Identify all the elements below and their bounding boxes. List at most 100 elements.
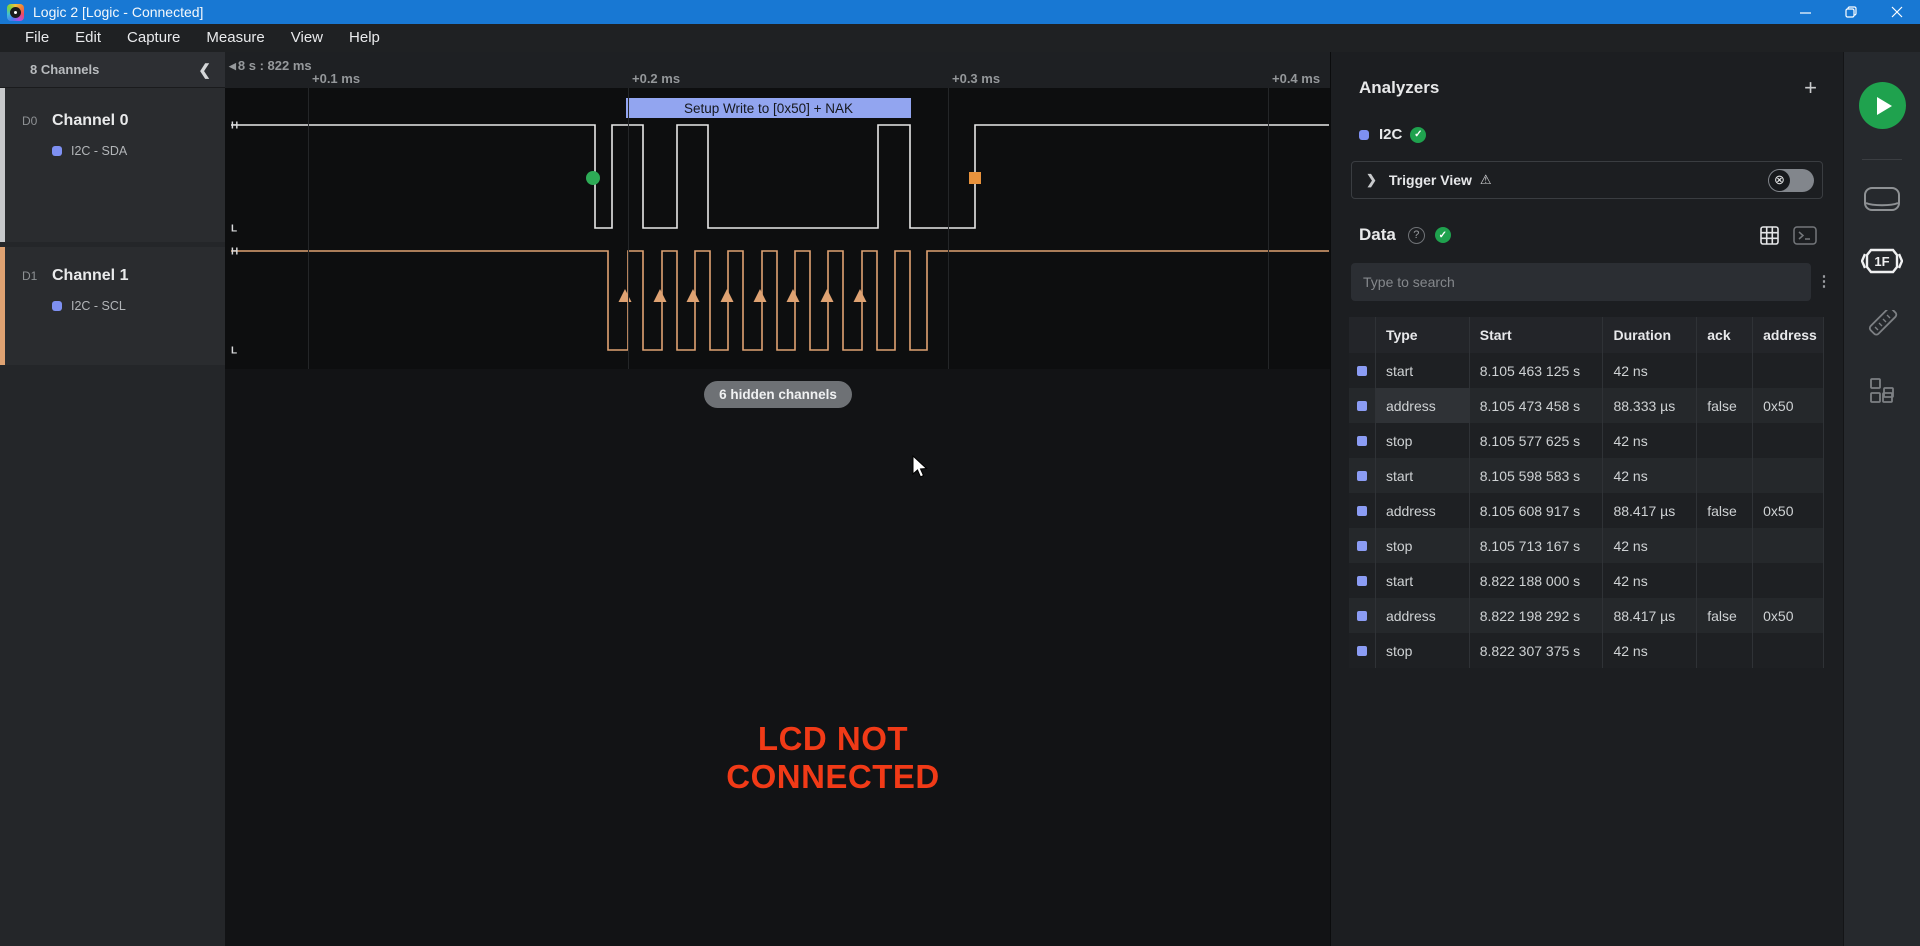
table-row[interactable]: address 8.105 608 917 s 88.417 µs false 0x50 — [1349, 493, 1824, 528]
table-row[interactable]: address 8.822 198 292 s 88.417 µs false 0x50 — [1349, 598, 1824, 633]
cell-duration[interactable]: 42 ns — [1602, 353, 1696, 388]
add-analyzer-button[interactable]: + — [1804, 77, 1817, 99]
start-capture-button[interactable] — [1858, 82, 1906, 129]
cell-type[interactable]: address — [1374, 388, 1469, 423]
cell-type[interactable]: stop — [1374, 633, 1469, 668]
column-header-duration[interactable]: Duration — [1602, 317, 1696, 353]
measure-ruler-icon[interactable] — [1866, 310, 1898, 342]
cell-address[interactable] — [1752, 633, 1824, 668]
help-icon[interactable]: ? — [1407, 226, 1425, 244]
cell-ack[interactable] — [1696, 528, 1752, 563]
terminal-view-icon[interactable] — [1793, 225, 1817, 245]
cell-ack[interactable] — [1696, 423, 1752, 458]
capture-view[interactable]: ◀ 8 s : 822 ms +0.1 ms +0.2 ms +0.3 ms +0.4 … — [225, 52, 1330, 946]
cell-ack[interactable]: false — [1696, 493, 1752, 528]
extensions-icon[interactable] — [1867, 376, 1897, 406]
cell-ack[interactable] — [1696, 458, 1752, 493]
close-button[interactable] — [1874, 0, 1920, 24]
i2c-decode-annotation[interactable]: Setup Write to [0x50] + NAK — [626, 98, 911, 118]
column-header-address[interactable]: address — [1752, 317, 1824, 353]
cell-type[interactable]: start — [1374, 563, 1469, 598]
app-logo-icon — [7, 3, 24, 21]
table-row[interactable]: stop 8.105 713 167 s 42 ns — [1349, 528, 1824, 563]
cell-ack[interactable] — [1696, 633, 1752, 668]
i2c-analyzer-row[interactable]: I2C ✓ — [1331, 98, 1843, 143]
cell-address[interactable]: 0x50 — [1752, 493, 1824, 528]
table-view-icon[interactable] — [1760, 225, 1779, 245]
cell-start[interactable]: 8.822 188 000 s — [1468, 563, 1603, 598]
channel-card-1[interactable]: D1 Channel 1 I2C - SCL — [0, 247, 225, 365]
trigger-view-toggle[interactable]: ⊗ — [1768, 168, 1814, 192]
cell-type[interactable]: start — [1374, 353, 1469, 388]
cell-duration[interactable]: 42 ns — [1602, 563, 1696, 598]
cell-start[interactable]: 8.105 463 125 s — [1468, 353, 1603, 388]
cell-ack[interactable] — [1696, 563, 1752, 598]
cell-duration[interactable]: 42 ns — [1602, 458, 1696, 493]
cell-duration[interactable]: 88.417 µs — [1602, 598, 1696, 633]
cell-type[interactable]: address — [1374, 493, 1469, 528]
cell-address[interactable] — [1752, 458, 1824, 493]
scl-trace — [231, 250, 1329, 351]
cell-ack[interactable]: false — [1696, 598, 1752, 633]
cell-type[interactable]: address — [1374, 598, 1469, 633]
cell-address[interactable]: 0x50 — [1752, 598, 1824, 633]
minimize-button[interactable] — [1782, 0, 1828, 24]
timeline-ruler[interactable]: ◀ 8 s : 822 ms +0.1 ms +0.2 ms +0.3 ms +0.4 … — [225, 52, 1330, 88]
more-options-icon[interactable]: ⋮ — [1815, 274, 1833, 289]
cell-start[interactable]: 8.105 608 917 s — [1468, 493, 1603, 528]
menu-edit[interactable]: Edit — [62, 24, 114, 52]
table-row[interactable]: stop 8.822 307 375 s 42 ns — [1349, 633, 1824, 668]
cell-duration[interactable]: 42 ns — [1602, 633, 1696, 668]
cell-duration[interactable]: 42 ns — [1602, 423, 1696, 458]
table-row[interactable]: start 8.105 598 583 s 42 ns — [1349, 458, 1824, 493]
menu-file[interactable]: File — [12, 24, 62, 52]
collapse-sidebar-icon[interactable]: ❮ — [198, 61, 211, 79]
cell-type[interactable]: stop — [1374, 423, 1469, 458]
menu-help[interactable]: Help — [336, 24, 393, 52]
level-label-h: H — [231, 247, 238, 258]
chevron-right-icon[interactable]: ❯ — [1366, 172, 1377, 188]
channel-card-0[interactable]: D0 Channel 0 I2C - SDA — [0, 88, 225, 242]
restore-button[interactable] — [1828, 0, 1874, 24]
table-row[interactable]: address 8.105 473 458 s 88.333 µs false 0x50 — [1349, 388, 1824, 423]
menu-capture[interactable]: Capture — [114, 24, 193, 52]
column-header-ack[interactable]: ack — [1696, 317, 1752, 353]
cell-address[interactable] — [1752, 563, 1824, 598]
cell-duration[interactable]: 42 ns — [1602, 528, 1696, 563]
table-row[interactable]: start 8.105 463 125 s 42 ns — [1349, 353, 1824, 388]
search-input[interactable] — [1351, 263, 1811, 301]
cell-address[interactable] — [1752, 528, 1824, 563]
i2c-analyzer-chip — [52, 146, 62, 156]
trigger-view-section[interactable]: ❯ Trigger View ⚠ ⊗ — [1351, 161, 1823, 199]
cell-start[interactable]: 8.105 598 583 s — [1468, 458, 1603, 493]
cell-address[interactable] — [1752, 423, 1824, 458]
cell-address[interactable]: 0x50 — [1752, 388, 1824, 423]
cell-start[interactable]: 8.822 307 375 s — [1468, 633, 1603, 668]
device-settings-icon[interactable] — [1863, 186, 1901, 212]
timeline-position-label: ◀ 8 s : 822 ms — [229, 58, 312, 73]
table-header-row[interactable]: Type Start Duration ack address — [1349, 317, 1824, 353]
cell-ack[interactable]: false — [1696, 388, 1752, 423]
cell-start[interactable]: 8.105 473 458 s — [1468, 388, 1603, 423]
cell-address[interactable] — [1752, 353, 1824, 388]
waveform-canvas[interactable]: H L H L Setup Write to [0x50] + NAK — [225, 88, 1330, 369]
hidden-channels-button[interactable]: 6 hidden channels — [704, 381, 852, 408]
trigger-view-label: Trigger View — [1388, 172, 1472, 188]
table-row[interactable]: start 8.822 188 000 s 42 ns — [1349, 563, 1824, 598]
frame-color-chip — [1357, 610, 1367, 621]
cell-duration[interactable]: 88.333 µs — [1602, 388, 1696, 423]
cell-start[interactable]: 8.105 577 625 s — [1468, 423, 1603, 458]
cell-start[interactable]: 8.105 713 167 s — [1468, 528, 1603, 563]
cell-ack[interactable] — [1696, 353, 1752, 388]
column-header-start[interactable]: Start — [1468, 317, 1603, 353]
cell-type[interactable]: start — [1374, 458, 1469, 493]
capture-mode-icon[interactable]: 1F — [1861, 246, 1903, 276]
channels-count-label: 8 Channels — [30, 62, 100, 77]
column-header-type[interactable]: Type — [1374, 317, 1469, 353]
menu-view[interactable]: View — [278, 24, 336, 52]
menu-measure[interactable]: Measure — [193, 24, 277, 52]
cell-duration[interactable]: 88.417 µs — [1602, 493, 1696, 528]
cell-start[interactable]: 8.822 198 292 s — [1468, 598, 1603, 633]
cell-type[interactable]: stop — [1374, 528, 1469, 563]
table-row[interactable]: stop 8.105 577 625 s 42 ns — [1349, 423, 1824, 458]
